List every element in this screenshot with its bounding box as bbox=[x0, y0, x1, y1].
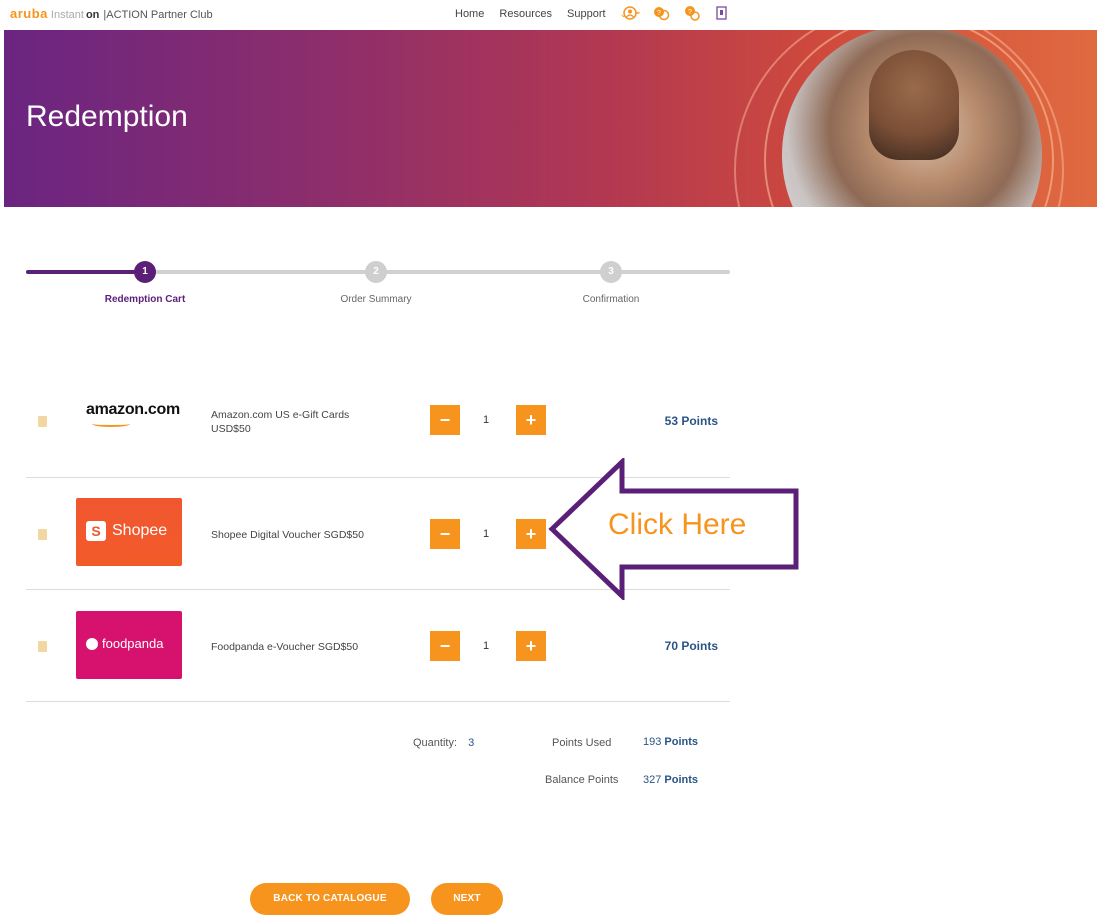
svg-text:?: ? bbox=[657, 10, 661, 17]
quantity-total-value: 3 bbox=[468, 737, 475, 749]
logout-icon[interactable] bbox=[713, 4, 731, 22]
callout-text: Click Here bbox=[608, 508, 747, 541]
amazon-logo-text: amazon.com bbox=[86, 401, 180, 418]
nav-home[interactable]: Home bbox=[455, 8, 484, 20]
shopee-logo-text: Shopee bbox=[112, 522, 168, 539]
brand-logo[interactable]: aruba Instant on |ACTION Partner Club bbox=[10, 6, 213, 21]
trash-icon[interactable] bbox=[38, 416, 47, 427]
item-points: 70 Points bbox=[664, 639, 718, 653]
item-points: 53 Points bbox=[664, 414, 718, 428]
balance-points-unit: Points bbox=[664, 774, 699, 786]
page-title: Redemption bbox=[26, 100, 188, 133]
points-used-amount: 193 Points bbox=[643, 736, 698, 748]
step-3-dot: 3 bbox=[600, 261, 622, 283]
hero-banner: Redemption bbox=[4, 30, 1097, 207]
balance-points-value: 327 bbox=[643, 774, 662, 786]
step-1-dot: 1 bbox=[134, 261, 156, 283]
balance-points-label: Balance Points bbox=[545, 774, 619, 786]
trash-icon[interactable] bbox=[38, 641, 47, 652]
points-used-unit: Points bbox=[664, 736, 699, 748]
increase-quantity-button[interactable]: + bbox=[516, 519, 546, 549]
panda-icon bbox=[86, 638, 98, 650]
step-2-label: Order Summary bbox=[340, 294, 412, 305]
checkout-stepper: 1 2 3 Redemption Cart Order Summary Conf… bbox=[26, 258, 730, 318]
cart-item-row: foodpanda Foodpanda e-Voucher SGD$50 − 1… bbox=[26, 611, 730, 681]
quantity-value: 1 bbox=[482, 414, 490, 426]
quantity-value: 1 bbox=[482, 528, 490, 540]
foodpanda-logo-text: foodpanda bbox=[102, 636, 164, 651]
back-to-catalogue-button[interactable]: BACK TO CATALOGUE bbox=[250, 883, 410, 915]
item-name: Amazon.com US e-Gift Cards USD$50 bbox=[211, 409, 350, 435]
balance-points-amount: 327 Points bbox=[643, 774, 698, 786]
step-1-label: Redemption Cart bbox=[104, 294, 186, 305]
points-used: Points Used bbox=[552, 737, 611, 749]
top-nav: aruba Instant on |ACTION Partner Club Home … bbox=[0, 0, 1097, 30]
amazon-smile-icon bbox=[92, 421, 130, 427]
nav-support-label: Support bbox=[567, 8, 606, 20]
step-2-dot: 2 bbox=[365, 261, 387, 283]
points-used-value: 193 bbox=[643, 736, 662, 748]
shopee-bag-icon: S bbox=[86, 521, 106, 541]
step-3-label: Confirmation bbox=[582, 294, 640, 305]
item-name: Foodpanda e-Voucher SGD$50 bbox=[211, 641, 359, 653]
rewards-icon[interactable]: ? bbox=[683, 4, 701, 22]
points-used-label: Points Used bbox=[552, 737, 612, 749]
trash-icon[interactable] bbox=[38, 529, 47, 540]
decrease-quantity-button[interactable]: − bbox=[430, 405, 460, 435]
item-name: Shopee Digital Voucher SGD$50 bbox=[211, 529, 364, 541]
quantity-total-label: Quantity: bbox=[413, 737, 458, 749]
on-wordmark: on bbox=[85, 9, 100, 21]
aruba-wordmark: aruba bbox=[10, 6, 48, 21]
club-name: |ACTION Partner Club bbox=[103, 9, 213, 21]
hero-person-image bbox=[869, 50, 959, 160]
increase-quantity-button[interactable]: + bbox=[516, 405, 546, 435]
balance-points: Balance Points bbox=[545, 774, 618, 786]
next-button[interactable]: NEXT bbox=[431, 883, 503, 915]
quantity-total: Quantity: 3 bbox=[413, 737, 474, 749]
decrease-quantity-button[interactable]: − bbox=[430, 519, 460, 549]
nav-resources[interactable]: Resources bbox=[499, 8, 552, 20]
quantity-value: 1 bbox=[482, 640, 490, 652]
user-icon[interactable] bbox=[622, 4, 640, 22]
stepper-progress-done bbox=[26, 270, 146, 274]
cart-item-row: amazon.com Amazon.com US e-Gift Cards US… bbox=[26, 386, 730, 466]
nav-icons: ? ? bbox=[622, 4, 739, 22]
amazon-logo: amazon.com bbox=[76, 389, 182, 457]
stepper-progress-remaining bbox=[146, 270, 730, 274]
shopee-logo: S Shopee bbox=[76, 498, 182, 566]
divider bbox=[26, 701, 730, 702]
increase-quantity-button[interactable]: + bbox=[516, 631, 546, 661]
help-icon[interactable]: ? bbox=[652, 4, 670, 22]
foodpanda-logo: foodpanda bbox=[76, 611, 182, 679]
instant-wordmark: Instant bbox=[50, 9, 84, 21]
decrease-quantity-button[interactable]: − bbox=[430, 631, 460, 661]
svg-text:?: ? bbox=[688, 9, 692, 16]
